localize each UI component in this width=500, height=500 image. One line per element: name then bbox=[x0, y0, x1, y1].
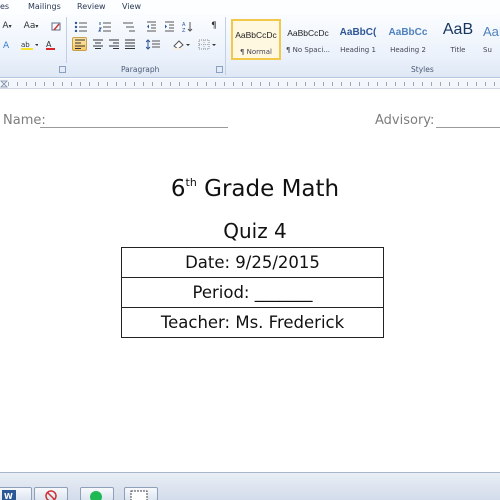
document-subtitle: Quiz 4 bbox=[223, 219, 287, 243]
highlight-color-icon[interactable]: ab bbox=[18, 37, 40, 51]
green-app-taskbar-button[interactable] bbox=[80, 487, 114, 500]
align-right-icon[interactable] bbox=[106, 37, 121, 51]
style-subtitle[interactable]: AaB Su bbox=[483, 19, 500, 60]
indent-marker-icon[interactable] bbox=[0, 80, 8, 88]
ribbon: A ▾ Aa ▾ A ab A AZ ¶ Paragraph AaBbCcDc … bbox=[0, 14, 500, 78]
svg-text:A: A bbox=[3, 41, 10, 50]
style-no-spacing[interactable]: AaBbCcDc ¶ No Spaci... bbox=[283, 19, 333, 60]
document-page[interactable]: Name: Advisory: 6th Grade Math Quiz 4 Da… bbox=[0, 90, 500, 472]
advisory-field-label: Advisory: bbox=[375, 113, 435, 128]
align-left-icon[interactable] bbox=[72, 37, 87, 51]
sort-icon[interactable]: AZ bbox=[180, 19, 194, 33]
font-color-icon[interactable]: A bbox=[43, 37, 63, 51]
justify-icon[interactable] bbox=[122, 37, 137, 51]
word-taskbar-button[interactable]: W bbox=[0, 487, 32, 500]
styles-gallery: AaBbCcDc ¶ Normal AaBbCcDc ¶ No Spaci...… bbox=[229, 19, 500, 60]
table-row: Date: 9/25/2015 bbox=[121, 247, 384, 278]
date-cell: Date: 9/25/2015 bbox=[121, 247, 384, 278]
quiz-info-table: Date: 9/25/2015 Period: _______ Teacher:… bbox=[121, 247, 384, 338]
styles-group-label: Styles bbox=[411, 65, 434, 74]
multilevel-list-button[interactable] bbox=[120, 19, 140, 33]
menu-tab-bar: es Mailings Review View bbox=[0, 0, 500, 14]
font-dialog-launcher[interactable] bbox=[59, 66, 66, 73]
style-heading-1[interactable]: AaBbC( Heading 1 bbox=[333, 19, 383, 60]
style-heading-2[interactable]: AaBbCc Heading 2 bbox=[383, 19, 433, 60]
blocked-app-taskbar-button[interactable] bbox=[34, 487, 68, 500]
horizontal-ruler[interactable] bbox=[0, 79, 500, 89]
paragraph-group-label: Paragraph bbox=[121, 65, 160, 74]
style-normal[interactable]: AaBbCcDc ¶ Normal bbox=[231, 19, 281, 60]
ruler-ticks bbox=[8, 82, 500, 86]
name-field-line bbox=[40, 127, 228, 128]
svg-text:W: W bbox=[4, 492, 13, 500]
green-circle-icon bbox=[90, 491, 102, 500]
paragraph-dialog-launcher[interactable] bbox=[216, 66, 223, 73]
period-cell: Period: _______ bbox=[121, 277, 384, 308]
grow-font-button[interactable]: A ▾ bbox=[0, 19, 14, 33]
tab-pages[interactable]: es bbox=[0, 2, 9, 11]
table-row: Period: _______ bbox=[121, 277, 384, 308]
taskbar: W bbox=[0, 472, 500, 500]
name-field-label: Name: bbox=[3, 113, 46, 128]
borders-icon[interactable] bbox=[196, 37, 218, 51]
tab-mailings[interactable]: Mailings bbox=[28, 2, 61, 11]
ribbon-separator bbox=[225, 17, 226, 75]
no-symbol-icon bbox=[45, 490, 57, 500]
teacher-cell: Teacher: Ms. Frederick bbox=[121, 307, 384, 338]
tab-review[interactable]: Review bbox=[77, 2, 106, 11]
svg-text:A: A bbox=[46, 40, 52, 49]
change-case-button[interactable]: Aa ▾ bbox=[20, 19, 42, 33]
word-icon: W bbox=[2, 490, 16, 500]
bullets-button[interactable] bbox=[72, 19, 92, 33]
decrease-indent-icon[interactable] bbox=[144, 19, 158, 33]
ribbon-separator bbox=[66, 17, 67, 63]
text-effects-icon[interactable]: A bbox=[0, 37, 14, 51]
numbering-button[interactable] bbox=[96, 19, 116, 33]
screen-snip-icon bbox=[130, 490, 148, 500]
document-title: 6th Grade Math bbox=[170, 176, 340, 202]
tab-view[interactable]: View bbox=[122, 2, 141, 11]
shading-icon[interactable] bbox=[170, 37, 192, 51]
clear-formatting-icon[interactable] bbox=[49, 19, 63, 33]
increase-indent-icon[interactable] bbox=[162, 19, 176, 33]
advisory-field-line bbox=[436, 127, 500, 128]
style-title[interactable]: AaB Title bbox=[433, 19, 483, 60]
show-formatting-button[interactable]: ¶ bbox=[207, 19, 221, 33]
svg-text:ab: ab bbox=[21, 41, 30, 49]
snipping-tool-taskbar-button[interactable] bbox=[124, 487, 158, 500]
align-center-icon[interactable] bbox=[90, 37, 105, 51]
table-row: Teacher: Ms. Frederick bbox=[121, 307, 384, 338]
svg-text:Z: Z bbox=[182, 28, 186, 32]
line-spacing-icon[interactable] bbox=[144, 37, 164, 51]
